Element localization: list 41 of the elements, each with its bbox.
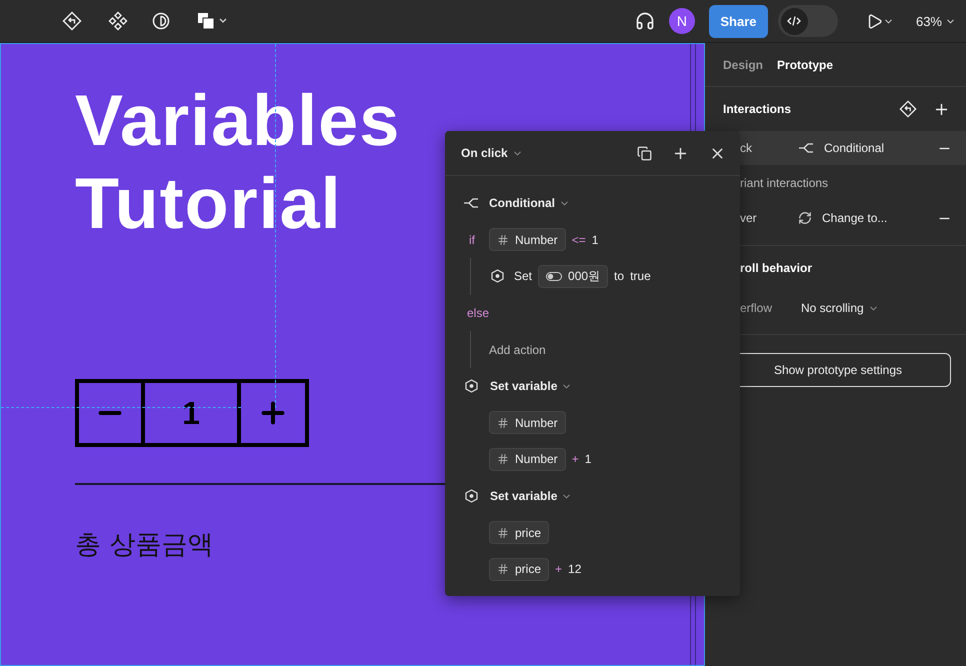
to-keyword: to <box>614 269 624 284</box>
variable-chip[interactable]: 000원 <box>538 264 608 288</box>
operator: + <box>572 452 579 466</box>
variable-chip[interactable]: Number <box>489 411 566 434</box>
variable-chip[interactable]: price <box>489 521 550 544</box>
action-verb: Set <box>514 269 532 284</box>
add-action-placeholder[interactable]: Add action <box>489 342 546 357</box>
frame-title: Variables <box>75 80 400 163</box>
interaction-row[interactable]: ver Change to... <box>705 201 966 235</box>
action-label: Conditional <box>824 141 884 155</box>
trigger-label: ck <box>740 141 753 155</box>
section-title: roll behavior <box>740 261 814 275</box>
zoom-level[interactable]: 63% <box>916 14 956 28</box>
else-keyword: else <box>467 306 490 320</box>
operator: <= <box>572 232 586 247</box>
compare-value: 1 <box>592 232 598 247</box>
share-button[interactable]: Share <box>708 4 768 38</box>
panel-tab[interactable]: Prototype <box>777 58 834 72</box>
overflow-label: erflow <box>740 301 774 315</box>
variable-chip[interactable]: price <box>489 558 550 581</box>
expression-value: 1 <box>584 452 592 466</box>
action-dropdown[interactable]: Set variable <box>490 379 572 394</box>
overflow-dropdown[interactable]: No scrolling <box>801 301 879 315</box>
section-subtitle: riant interactions <box>739 175 830 192</box>
trigger-label: ver <box>740 211 758 225</box>
action-dropdown[interactable]: Conditional <box>489 196 570 210</box>
if-keyword: if <box>469 232 475 247</box>
quantity-value: 1 <box>182 394 200 432</box>
total-price-label: 총 상품금액 <box>75 529 214 562</box>
section-title: Interactions <box>723 102 792 116</box>
set-value: true <box>630 269 651 284</box>
variable-chip[interactable]: Number <box>489 228 566 252</box>
operator: + <box>555 562 562 576</box>
panel-tab[interactable]: Design <box>723 58 764 72</box>
trigger-dropdown[interactable]: On click <box>461 146 523 160</box>
action-dropdown[interactable]: Set variable <box>490 489 572 504</box>
user-avatar[interactable]: N <box>668 8 695 34</box>
variable-chip[interactable]: Number <box>489 448 566 471</box>
expression-value: 12 <box>568 562 582 576</box>
frame-title: Tutorial <box>75 163 342 246</box>
action-label: Change to... <box>822 211 888 225</box>
